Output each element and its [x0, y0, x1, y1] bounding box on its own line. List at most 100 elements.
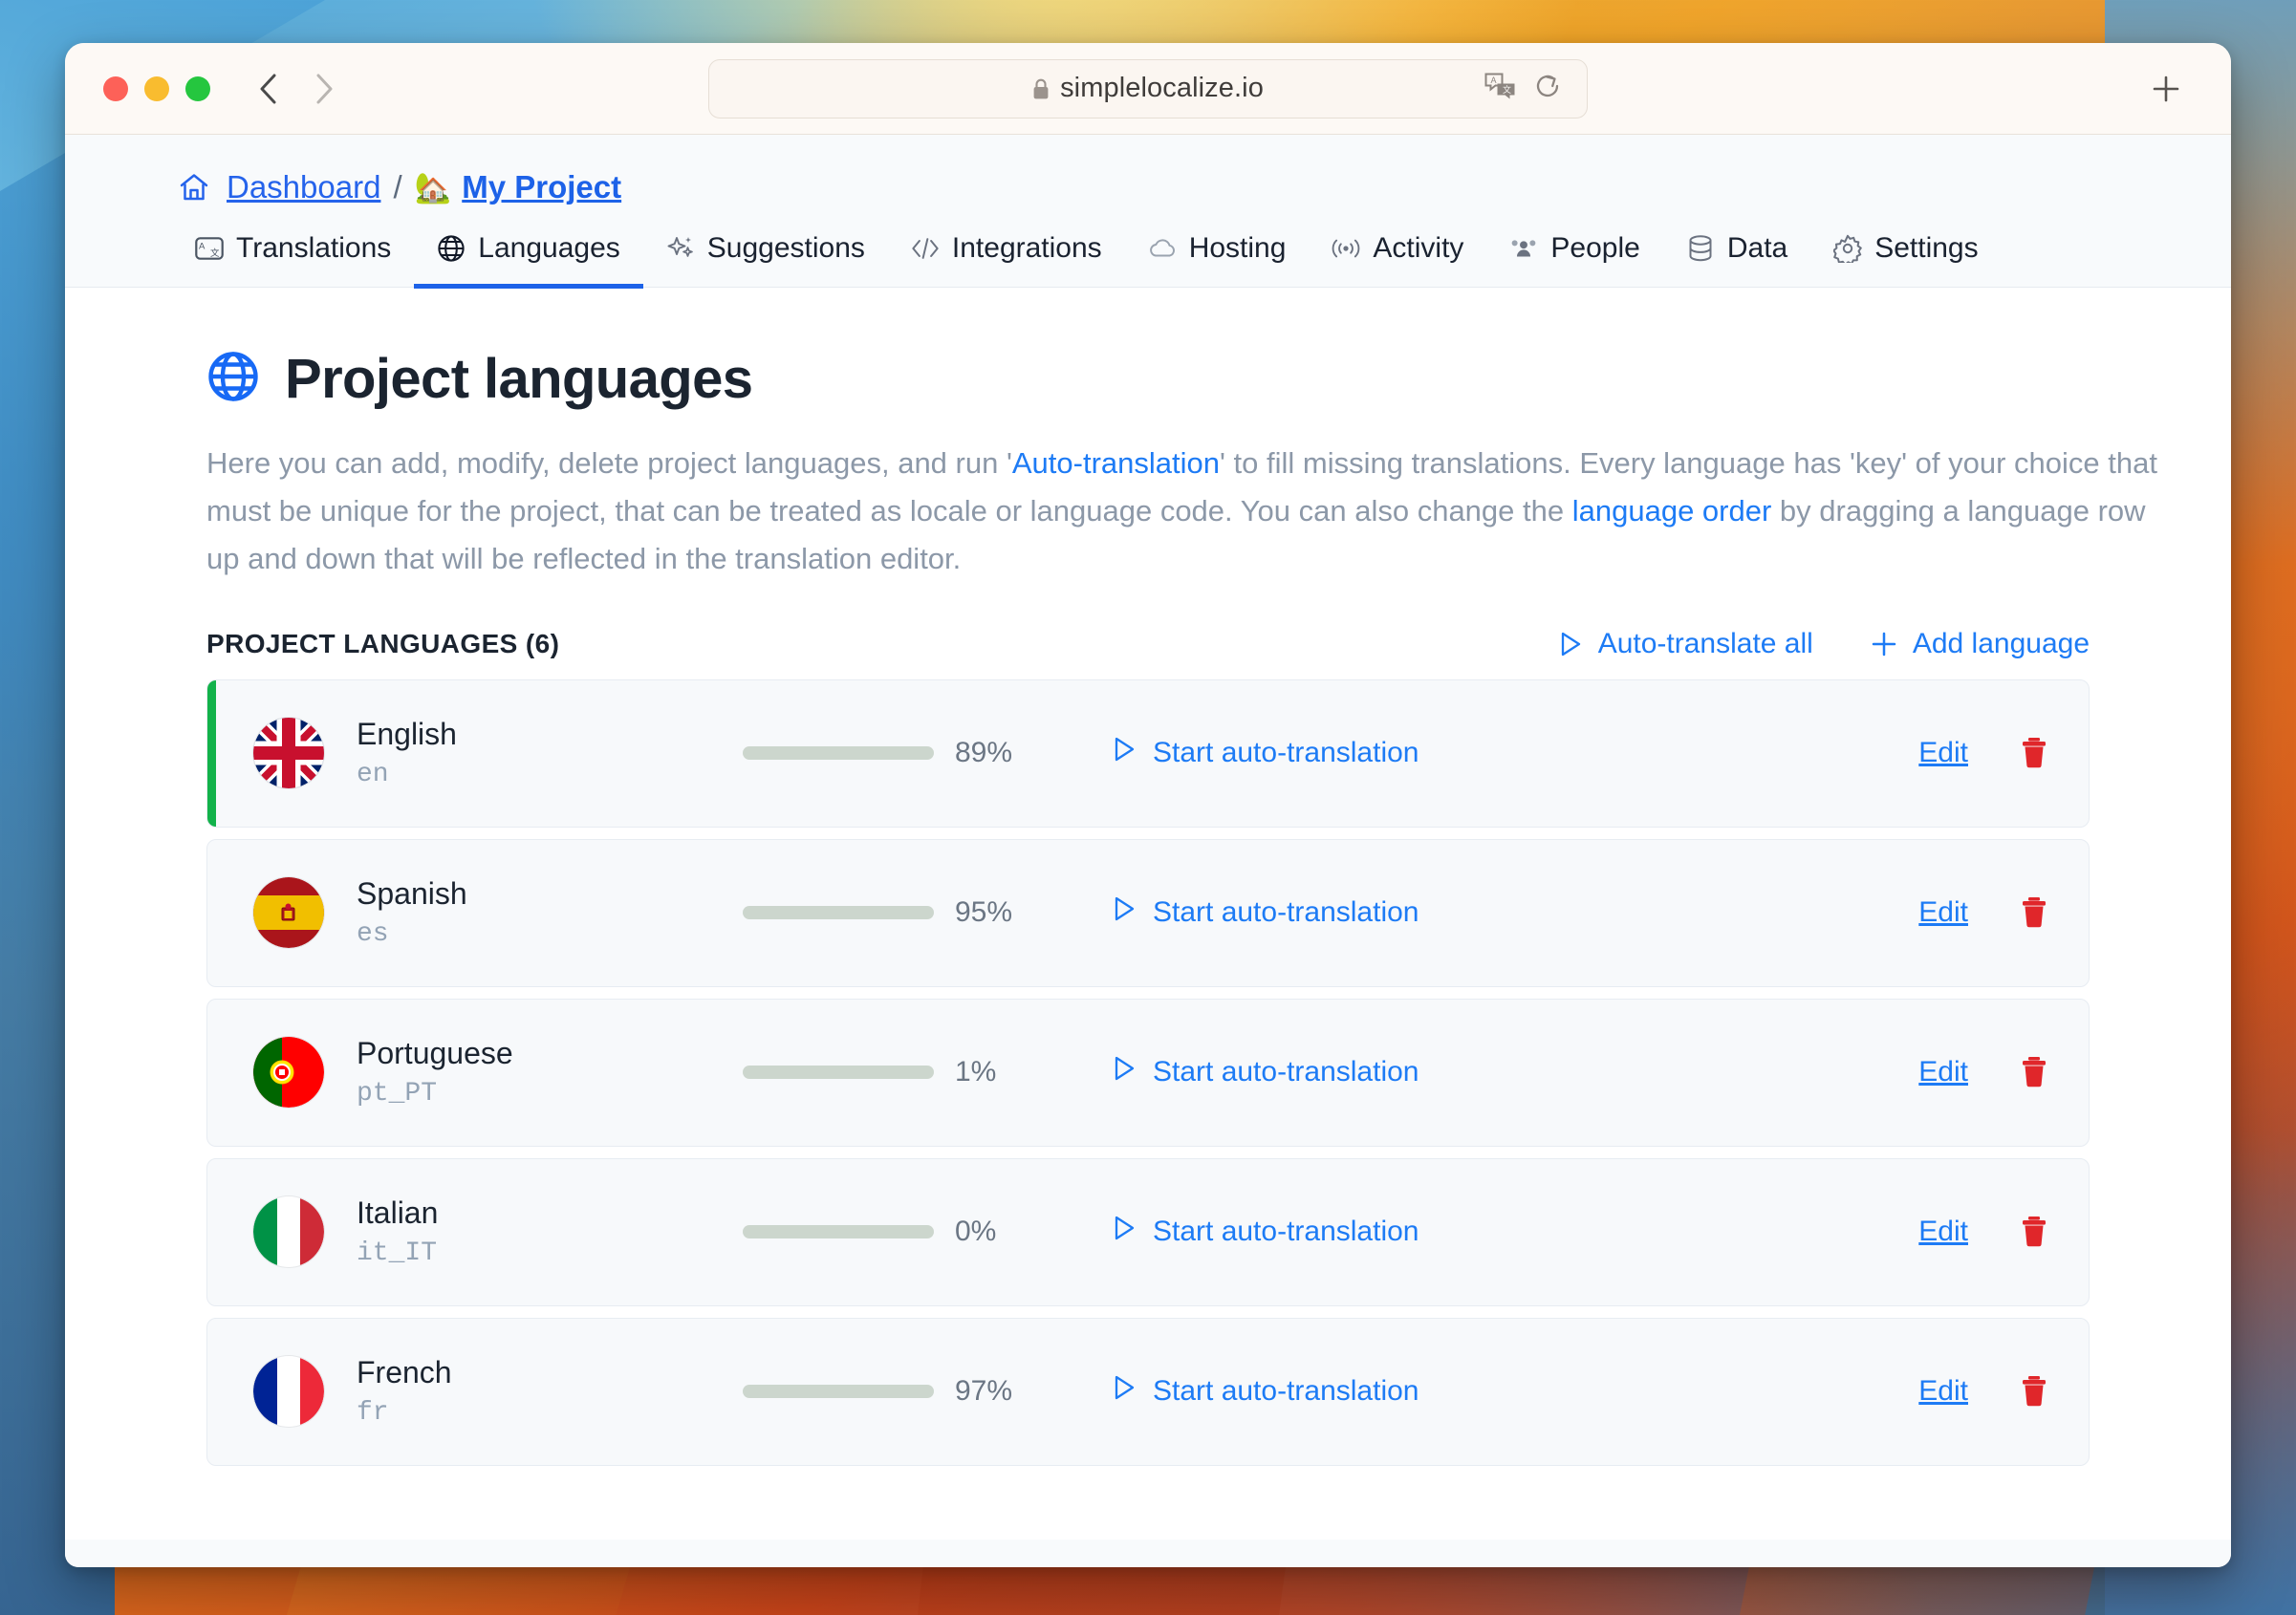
tab-label: Integrations	[951, 232, 1102, 264]
globe-icon	[206, 350, 260, 408]
section-header: PROJECT LANGUAGES (6) Auto-translate all…	[206, 628, 2090, 660]
edit-language-link[interactable]: Edit	[1918, 1216, 1968, 1248]
translate-icon[interactable]: A 文	[1484, 72, 1516, 105]
tab-integrations[interactable]: Integrations	[888, 219, 1125, 289]
language-code: fr	[357, 1398, 389, 1429]
svg-text:A: A	[199, 242, 206, 252]
plus-icon	[1871, 631, 1897, 657]
start-auto-translation-button[interactable]: Start auto-translation	[1112, 736, 1419, 770]
main-tab-bar: A 文 Translations Languages Suggestions I…	[65, 217, 2231, 289]
flag-icon-pt	[253, 1037, 324, 1109]
language-row[interactable]: Spanish es 95% Start auto-translation Ed…	[206, 838, 2090, 987]
flag-icon-es	[253, 877, 324, 949]
tab-label: Translations	[236, 232, 392, 264]
flag-icon-fr	[253, 1356, 324, 1428]
section-actions: Auto-translate all Add language	[1558, 628, 2090, 660]
language-name: English	[357, 717, 457, 752]
progress-percent-label: 1%	[955, 1056, 997, 1088]
play-icon	[1558, 631, 1583, 657]
edit-language-link[interactable]: Edit	[1918, 896, 1968, 929]
app-header: Dashboard / 🏡 My Project A 文 Translation…	[65, 135, 2231, 289]
lock-icon	[1032, 78, 1050, 99]
start-auto-translation-button[interactable]: Start auto-translation	[1112, 895, 1419, 930]
tab-languages[interactable]: Languages	[414, 219, 643, 289]
home-icon[interactable]	[178, 171, 210, 204]
tab-activity[interactable]: Activity	[1309, 219, 1486, 289]
reload-icon[interactable]	[1533, 72, 1562, 105]
breadcrumb-dashboard-link[interactable]: Dashboard	[227, 169, 380, 205]
forward-chevron-icon[interactable]	[308, 73, 340, 105]
cloud-icon	[1148, 234, 1177, 263]
page-title: Project languages	[285, 348, 753, 410]
progress-bar-track	[743, 1385, 934, 1399]
tab-hosting[interactable]: Hosting	[1125, 219, 1310, 289]
svg-text:A: A	[1491, 75, 1497, 85]
svg-text:文: 文	[210, 248, 220, 259]
close-window-button[interactable]	[103, 75, 128, 101]
language-names: English en	[357, 717, 457, 789]
trash-icon[interactable]	[2018, 1215, 2050, 1249]
language-row[interactable]: Portuguese pt_PT 1% Start auto-translati…	[206, 998, 2090, 1147]
tab-data[interactable]: Data	[1663, 219, 1810, 289]
minimize-window-button[interactable]	[144, 75, 169, 101]
play-icon	[1112, 736, 1137, 770]
start-auto-translation-button[interactable]: Start auto-translation	[1112, 1055, 1419, 1089]
trash-icon[interactable]	[2018, 736, 2050, 770]
maximize-window-button[interactable]	[185, 75, 210, 101]
add-language-button[interactable]: Add language	[1871, 628, 2090, 660]
start-auto-translation-button[interactable]: Start auto-translation	[1112, 1215, 1419, 1249]
tab-translations[interactable]: A 文 Translations	[172, 219, 414, 289]
language-identity: English en	[207, 717, 743, 789]
tab-suggestions[interactable]: Suggestions	[643, 219, 888, 289]
tab-settings[interactable]: Settings	[1810, 219, 2001, 289]
language-order-link[interactable]: language order	[1572, 494, 1772, 528]
language-code: en	[357, 760, 389, 790]
language-row[interactable]: French fr 97% Start auto-translation Edi…	[206, 1317, 2090, 1466]
translation-progress: 1%	[743, 1056, 1029, 1088]
language-row[interactable]: English en 89% Start auto-translation Ed…	[206, 678, 2090, 828]
language-names: Spanish es	[357, 876, 467, 949]
start-auto-translation-button[interactable]: Start auto-translation	[1112, 1374, 1419, 1409]
progress-percent-label: 97%	[955, 1375, 1013, 1408]
edit-language-link[interactable]: Edit	[1918, 737, 1968, 769]
progress-bar-track	[743, 1225, 934, 1239]
project-languages-count: PROJECT LANGUAGES (6)	[206, 628, 560, 658]
browser-toolbar: simplelocalize.io A 文	[65, 43, 2231, 135]
tab-label: Activity	[1373, 232, 1464, 264]
translations-icon: A 文	[195, 234, 224, 263]
breadcrumb-project-link[interactable]: My Project	[462, 169, 621, 205]
new-tab-button[interactable]	[2147, 70, 2185, 108]
breadcrumb: Dashboard / 🏡 My Project	[65, 135, 2231, 217]
start-auto-translation-label: Start auto-translation	[1153, 1056, 1419, 1088]
edit-language-link[interactable]: Edit	[1918, 1375, 1968, 1408]
tab-label: Hosting	[1188, 232, 1287, 264]
address-bar-actions: A 文	[1484, 72, 1562, 105]
language-identity: French fr	[207, 1355, 743, 1428]
language-names: Italian it_IT	[357, 1195, 438, 1268]
language-name: Italian	[357, 1195, 439, 1231]
back-chevron-icon[interactable]	[252, 73, 285, 105]
language-name: Spanish	[357, 876, 467, 912]
code-icon	[911, 234, 940, 263]
tab-label: Settings	[1874, 232, 1979, 264]
trash-icon[interactable]	[2018, 895, 2050, 930]
trash-icon[interactable]	[2018, 1055, 2050, 1089]
language-identity: Italian it_IT	[207, 1195, 743, 1268]
svg-text:文: 文	[1503, 84, 1511, 95]
address-bar[interactable]: simplelocalize.io A 文	[708, 58, 1588, 118]
tab-people[interactable]: People	[1486, 219, 1662, 289]
edit-language-link[interactable]: Edit	[1918, 1056, 1968, 1088]
start-auto-translation-label: Start auto-translation	[1153, 737, 1419, 769]
play-icon	[1112, 895, 1137, 930]
auto-translate-all-button[interactable]: Auto-translate all	[1558, 628, 1813, 660]
language-row[interactable]: Italian it_IT 0% Start auto-translation …	[206, 1157, 2090, 1306]
flag-icon-gb	[253, 718, 324, 789]
translation-progress: 97%	[743, 1375, 1029, 1408]
database-icon	[1686, 234, 1715, 263]
trash-icon[interactable]	[2018, 1374, 2050, 1409]
page-title-row: Project languages	[65, 288, 2231, 411]
add-language-label: Add language	[1912, 627, 2090, 659]
auto-translation-link[interactable]: Auto-translation	[1012, 446, 1220, 480]
page-content: Project languages Here you can add, modi…	[65, 288, 2231, 1540]
progress-bar-track	[743, 746, 934, 761]
